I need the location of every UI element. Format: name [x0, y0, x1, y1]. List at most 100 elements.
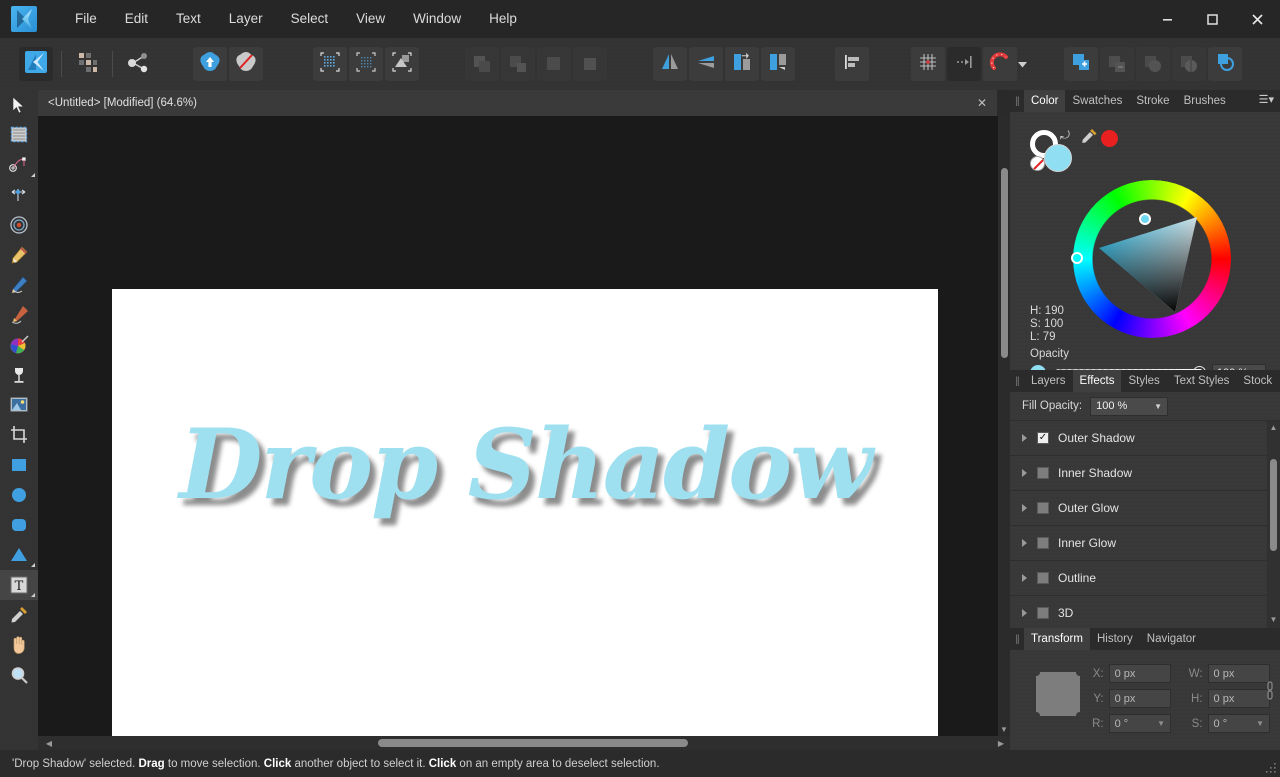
geometry-intersect-button[interactable] — [1136, 47, 1170, 81]
effect-checkbox[interactable] — [1037, 502, 1049, 514]
scroll-left-arrow-icon[interactable]: ◀ — [42, 736, 56, 750]
geometry-subtract-button[interactable] — [1100, 47, 1134, 81]
menu-item-text[interactable]: Text — [162, 0, 215, 38]
boolean-intersect-disabled-button[interactable] — [537, 47, 571, 81]
tool-move-tool[interactable] — [0, 90, 38, 120]
eyedropper-icon[interactable] — [1080, 128, 1098, 151]
geometry-combine-button[interactable] — [1208, 47, 1242, 81]
tool-fill-tool[interactable] — [0, 330, 38, 360]
s-input[interactable]: 0 ° ▼ — [1207, 714, 1270, 733]
tool-pen-tool[interactable] — [0, 240, 38, 270]
boolean-subtract-disabled-button[interactable] — [501, 47, 535, 81]
tool-ellipse-tool[interactable] — [0, 480, 38, 510]
disclosure-triangle-icon[interactable] — [1022, 469, 1027, 477]
remove-from-assets-button[interactable] — [229, 47, 263, 81]
x-input[interactable]: 0 px — [1108, 664, 1172, 683]
disclosure-triangle-icon[interactable] — [1022, 574, 1027, 582]
tool-artboard-tool[interactable] — [0, 120, 38, 150]
fill-opacity-field[interactable]: 100 % ▼ — [1090, 396, 1169, 416]
snapping-button[interactable] — [983, 47, 1017, 81]
effect-checkbox[interactable] — [1037, 432, 1049, 444]
tool-rounded-rectangle-tool[interactable] — [0, 510, 38, 540]
tool-point-transform-tool[interactable] — [0, 180, 38, 210]
menu-item-file[interactable]: File — [61, 0, 111, 38]
swap-colors-icon[interactable]: ⤾ — [1060, 128, 1070, 143]
minimize-button[interactable] — [1145, 0, 1190, 38]
panel-menu-icon[interactable]: ☰▾ — [1259, 93, 1274, 106]
flip-vertical-button[interactable] — [689, 47, 723, 81]
persona-export-button[interactable] — [121, 47, 155, 81]
effect-checkbox[interactable] — [1037, 467, 1049, 479]
tab-layers[interactable]: Layers — [1024, 370, 1073, 392]
canvas[interactable]: Drop Shadow — [38, 116, 998, 736]
effect-row[interactable]: Outline — [1010, 561, 1280, 596]
menu-item-select[interactable]: Select — [277, 0, 343, 38]
tool-pencil-tool[interactable] — [0, 270, 38, 300]
link-chain-icon[interactable] — [1266, 680, 1274, 705]
tool-triangle-tool[interactable] — [0, 540, 38, 570]
effect-row[interactable]: Inner Shadow — [1010, 456, 1280, 491]
tool-transparency-tool[interactable] — [0, 360, 38, 390]
w-input[interactable]: 0 px — [1207, 664, 1270, 683]
chevron-down-icon[interactable]: ▼ — [1157, 719, 1165, 728]
effects-scrollbar[interactable]: ▲ ▼ — [1267, 421, 1280, 629]
color-wheel[interactable] — [1071, 180, 1231, 338]
tab-effects[interactable]: Effects — [1072, 370, 1122, 392]
tab-stroke[interactable]: Stroke — [1129, 90, 1176, 112]
document-page[interactable]: Drop Shadow — [112, 289, 938, 736]
r-input[interactable]: 0 ° ▼ — [1108, 714, 1172, 733]
chevron-down-icon[interactable]: ▼ — [1256, 719, 1264, 728]
disclosure-triangle-icon[interactable] — [1022, 609, 1027, 617]
chevron-down-icon[interactable]: ▼ — [1154, 402, 1162, 411]
show-grid-button[interactable] — [911, 47, 945, 81]
tool-node-tool[interactable] — [0, 150, 38, 180]
tool-vector-brush-tool[interactable] — [0, 300, 38, 330]
tab-stock[interactable]: Stock — [1236, 370, 1279, 392]
tab-navigator[interactable]: Navigator — [1140, 628, 1203, 650]
canvas-horizontal-scrollbar[interactable]: ◀ ▶ — [38, 736, 1010, 750]
tab-history[interactable]: History — [1090, 628, 1140, 650]
transform-anchor-selector[interactable] — [1036, 672, 1080, 716]
y-input[interactable]: 0 px — [1108, 689, 1172, 708]
tab-text-styles[interactable]: Text Styles — [1167, 370, 1237, 392]
effect-checkbox[interactable] — [1037, 537, 1049, 549]
tab-swatches[interactable]: Swatches — [1065, 90, 1129, 112]
tool-artistic-text-tool[interactable]: T — [0, 570, 38, 600]
close-icon[interactable]: ✕ — [969, 96, 987, 110]
selection-from-layer-button[interactable] — [385, 47, 419, 81]
add-to-assets-button[interactable] — [193, 47, 227, 81]
snapping-options-button[interactable] — [1018, 47, 1027, 81]
effect-checkbox[interactable] — [1037, 607, 1049, 619]
tab-brushes[interactable]: Brushes — [1177, 90, 1233, 112]
panel-grip-icon[interactable]: || — [1010, 90, 1024, 112]
panel-grip-icon[interactable]: || — [1010, 628, 1024, 650]
scrollbar-thumb[interactable] — [1000, 168, 1008, 358]
no-color-swatch[interactable] — [1030, 156, 1045, 171]
tab-color[interactable]: Color — [1024, 90, 1066, 112]
scrollbar-thumb[interactable] — [1270, 459, 1277, 551]
effect-row[interactable]: 3D — [1010, 596, 1280, 631]
tool-place-image-tool[interactable] — [0, 390, 38, 420]
close-button[interactable] — [1235, 0, 1280, 38]
show-pixel-selection-button[interactable] — [313, 47, 347, 81]
boolean-divide-disabled-button[interactable] — [573, 47, 607, 81]
rotate-left-button[interactable] — [725, 47, 759, 81]
tool-zoom-tool[interactable] — [0, 660, 38, 690]
tab-styles[interactable]: Styles — [1121, 370, 1166, 392]
artistic-text-object[interactable]: Drop Shadow — [112, 417, 938, 513]
menu-item-view[interactable]: View — [342, 0, 399, 38]
tool-view-tool[interactable] — [0, 630, 38, 660]
persona-designer-button[interactable] — [19, 47, 53, 81]
fill-stroke-swatches[interactable]: ⤾ — [1030, 128, 1076, 176]
saturation-value-triangle[interactable] — [1093, 200, 1211, 318]
menu-item-layer[interactable]: Layer — [215, 0, 277, 38]
scroll-down-arrow-icon[interactable]: ▼ — [998, 726, 1010, 734]
scroll-up-arrow-icon[interactable]: ▲ — [1267, 423, 1280, 435]
hue-handle[interactable] — [1071, 252, 1083, 264]
refine-selection-button[interactable] — [349, 47, 383, 81]
persona-pixel-button[interactable] — [70, 47, 104, 81]
panel-grip-icon[interactable]: || — [1010, 370, 1024, 392]
current-color-dot[interactable] — [1101, 130, 1118, 147]
disclosure-triangle-icon[interactable] — [1022, 539, 1027, 547]
tool-corner-tool[interactable] — [0, 210, 38, 240]
